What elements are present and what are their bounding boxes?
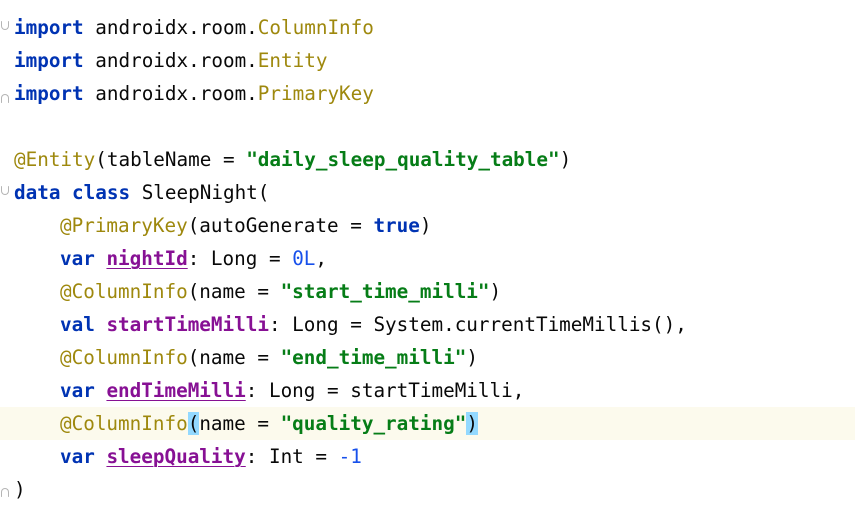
annotation-args: name = [199,412,281,435]
code-line[interactable]: ) [14,473,855,506]
keyword: val [60,313,95,336]
annotation-args: (autoGenerate = [187,214,374,237]
annotation-args: (name = [187,346,281,369]
fold-start-icon[interactable] [1,21,9,30]
keyword: import [14,82,84,105]
import-name: PrimaryKey [257,82,374,105]
type-decl: : Long = startTimeMilli, [245,379,525,402]
fold-start-icon[interactable] [1,186,9,195]
code-line[interactable]: var endTimeMilli: Long = startTimeMilli, [14,374,855,407]
code-line[interactable]: import androidx.room.PrimaryKey [14,77,855,110]
type-decl: : Long = [187,247,293,270]
annotation: @ColumnInfo [60,280,188,303]
property-name: endTimeMilli [106,379,246,402]
string-literal: "start_time_milli" [280,280,490,303]
matched-brace: ( [187,412,200,435]
code-line[interactable]: var nightId: Long = 0L, [14,242,855,275]
keyword: var [60,379,95,402]
code-line[interactable]: data class SleepNight( [14,176,855,209]
code-line[interactable]: import androidx.room.ColumnInfo [14,11,855,44]
matched-brace: ) [466,412,478,435]
code-line[interactable]: @PrimaryKey(autoGenerate = true) [14,209,855,242]
paren: ) [466,346,478,369]
keyword: class [72,181,131,204]
string-literal: "end_time_milli" [280,346,467,369]
property-name: nightId [106,247,188,270]
keyword: true [373,214,420,237]
annotation-args: (tableName = [95,148,247,171]
annotation-args: (name = [187,280,281,303]
keyword: data [14,181,61,204]
property-name: sleepQuality [106,445,246,468]
annotation: @ColumnInfo [60,412,188,435]
package-path: androidx.room. [95,82,258,105]
package-path: androidx.room. [95,16,258,39]
keyword: import [14,16,84,39]
paren: ) [14,478,26,501]
code-line[interactable]: @Entity(tableName = "daily_sleep_quality… [14,143,855,176]
code-line[interactable]: @ColumnInfo(name = "start_time_milli") [14,275,855,308]
package-path: androidx.room. [95,49,258,72]
number-literal: -1 [338,445,362,468]
class-name: SleepNight( [130,181,270,204]
type-decl: : Int = [245,445,339,468]
string-literal: "quality_rating" [280,412,467,435]
import-name: Entity [257,49,328,72]
number-literal: 0L [292,247,316,270]
annotation: @PrimaryKey [60,214,188,237]
paren: ) [559,148,572,171]
code-line[interactable]: var sleepQuality: Int = -1 [14,440,855,473]
comma: , [315,247,328,270]
fold-end-icon[interactable] [1,488,9,497]
annotation: @ColumnInfo [60,346,188,369]
code-editor[interactable]: import androidx.room.ColumnInfo import a… [0,0,855,514]
code-line[interactable]: @ColumnInfo(name = "end_time_milli") [14,341,855,374]
string-literal: "daily_sleep_quality_table" [246,148,560,171]
fold-end-icon[interactable] [1,94,9,103]
keyword: var [60,445,95,468]
import-name: ColumnInfo [257,16,374,39]
property-name: startTimeMilli [106,313,269,336]
type-decl: : Long = System.currentTimeMillis(), [268,313,687,336]
keyword: import [14,49,84,72]
keyword: var [60,247,95,270]
paren: ) [489,280,502,303]
current-code-line[interactable]: @ColumnInfo(name = "quality_rating") [0,407,855,440]
code-line[interactable]: import androidx.room.Entity [14,44,855,77]
paren: ) [419,214,432,237]
code-line[interactable]: val startTimeMilli: Long = System.curren… [14,308,855,341]
annotation: @Entity [14,148,96,171]
